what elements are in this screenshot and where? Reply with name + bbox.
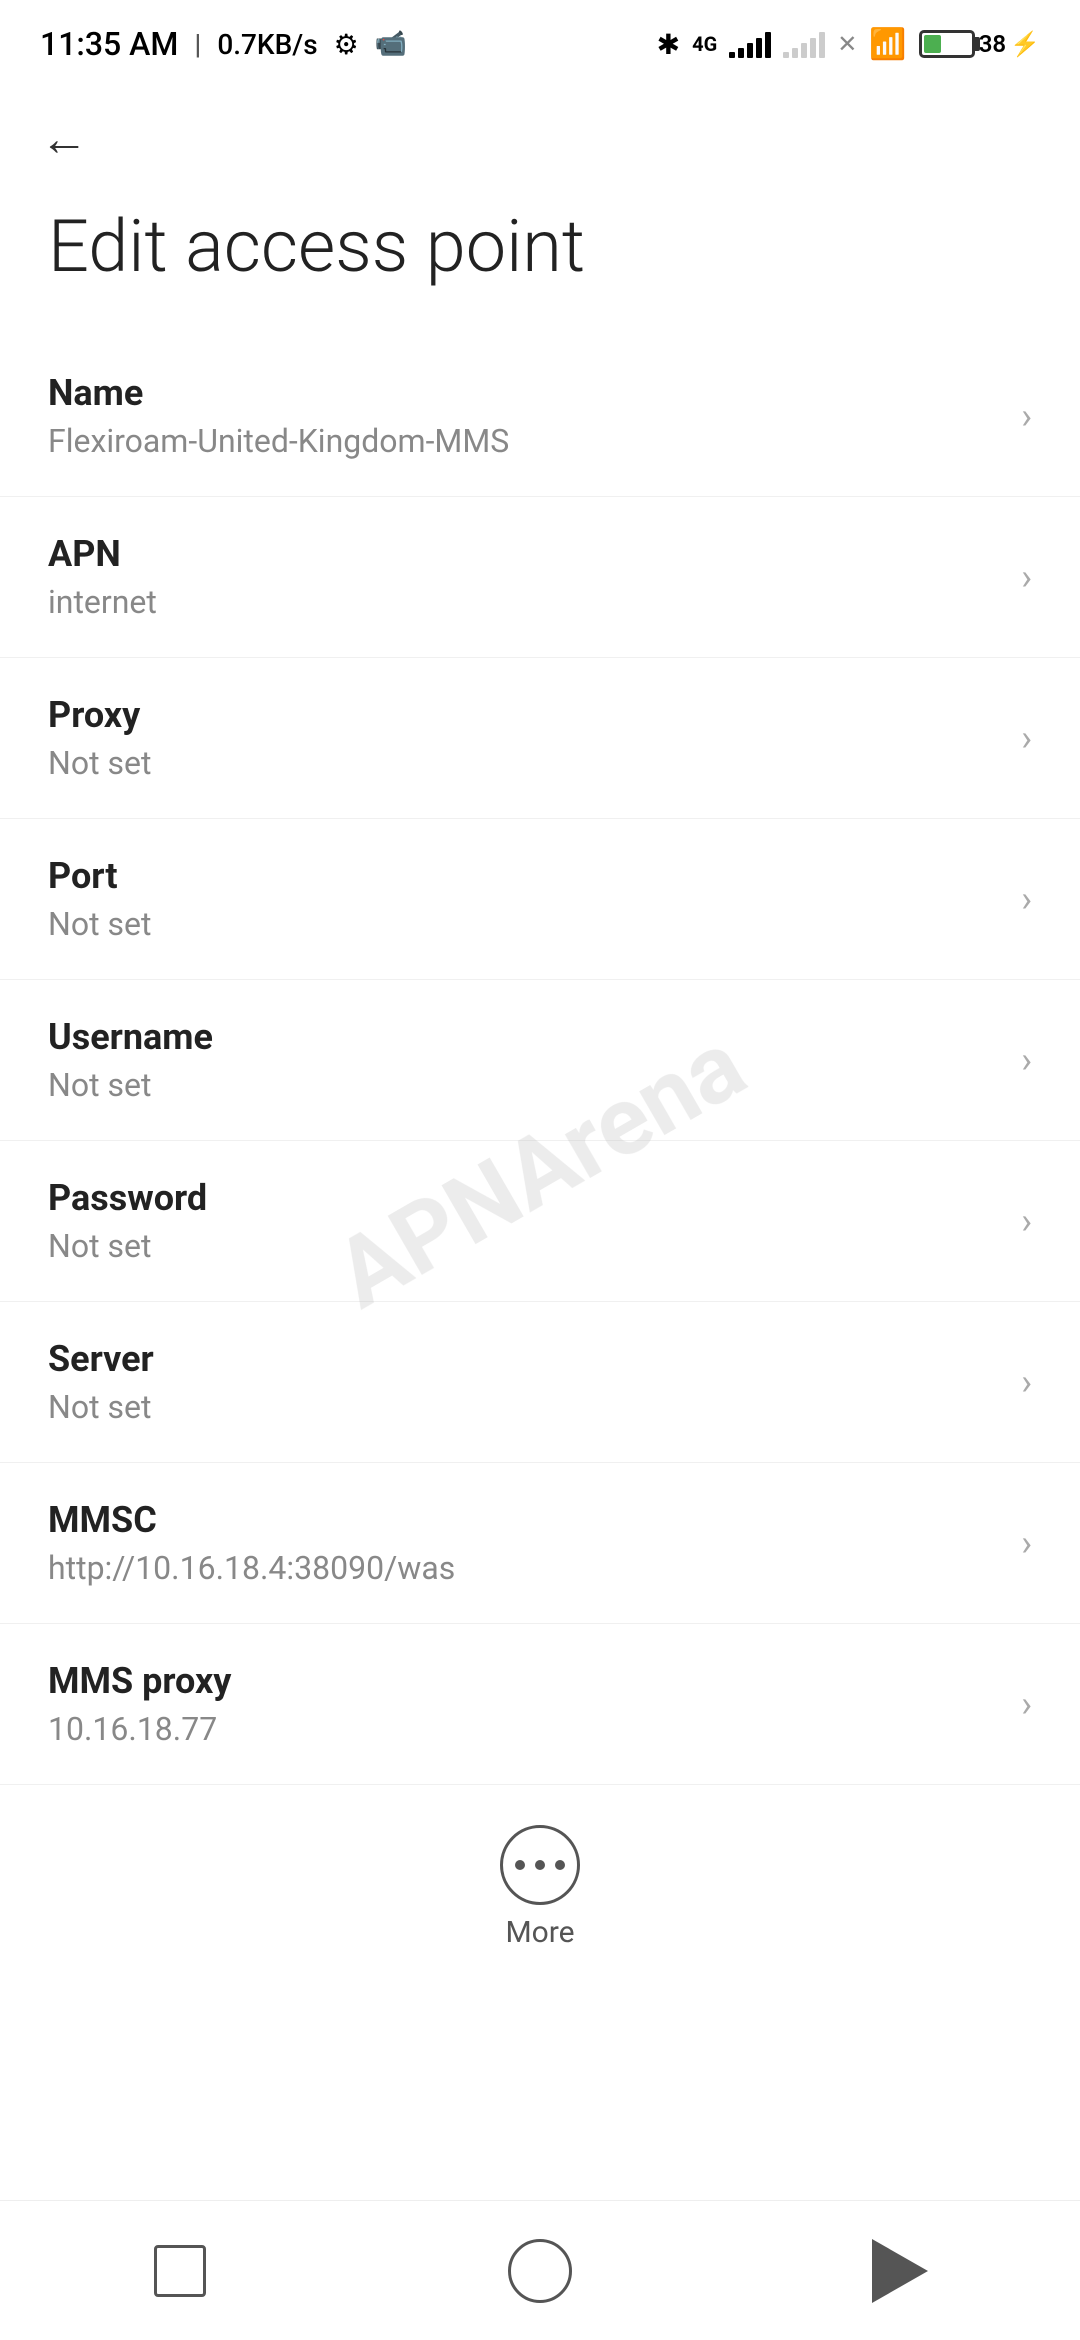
- settings-item-mmsc[interactable]: MMSC http://10.16.18.4:38090/was ›: [0, 1463, 1080, 1624]
- signal-bars-1: [729, 30, 771, 58]
- settings-item-apn[interactable]: APN internet ›: [0, 497, 1080, 658]
- settings-item-password-content: Password Not set: [48, 1177, 1001, 1265]
- settings-value-apn: internet: [48, 583, 1001, 621]
- settings-label-username: Username: [48, 1016, 1001, 1058]
- nav-back-button[interactable]: [80, 2201, 280, 2340]
- dot-1: [515, 1860, 525, 1870]
- lightning-icon: ⚡: [1010, 30, 1040, 58]
- signal-bars-2: [783, 30, 825, 58]
- nav-circle-icon: [508, 2239, 572, 2303]
- settings-label-name: Name: [48, 372, 1001, 414]
- status-left: 11:35 AM | 0.7KB/s ⚙ 📹: [40, 25, 407, 63]
- settings-item-name-content: Name Flexiroam-United-Kingdom-MMS: [48, 372, 1001, 460]
- settings-item-proxy-content: Proxy Not set: [48, 694, 1001, 782]
- chevron-name: ›: [1021, 395, 1032, 437]
- chevron-mmsc: ›: [1021, 1522, 1032, 1564]
- settings-value-server: Not set: [48, 1388, 1001, 1426]
- speed: |: [194, 28, 201, 61]
- status-bar: 11:35 AM | 0.7KB/s ⚙ 📹 ✱ 4G ✕ 📶: [0, 0, 1080, 80]
- chevron-server: ›: [1021, 1361, 1032, 1403]
- battery-percent: 38: [979, 30, 1006, 58]
- bluetooth-icon: ✱: [657, 28, 680, 61]
- settings-item-server-content: Server Not set: [48, 1338, 1001, 1426]
- settings-label-apn: APN: [48, 533, 1001, 575]
- settings-value-mms-proxy: 10.16.18.77: [48, 1710, 1001, 1748]
- settings-label-password: Password: [48, 1177, 1001, 1219]
- time: 11:35 AM: [40, 25, 178, 63]
- chevron-proxy: ›: [1021, 717, 1032, 759]
- back-button[interactable]: ←: [40, 110, 88, 167]
- settings-item-username-content: Username Not set: [48, 1016, 1001, 1104]
- chevron-port: ›: [1021, 878, 1032, 920]
- settings-label-proxy: Proxy: [48, 694, 1001, 736]
- settings-value-mmsc: http://10.16.18.4:38090/was: [48, 1549, 1001, 1587]
- chevron-password: ›: [1021, 1200, 1032, 1242]
- settings-item-mmsc-content: MMSC http://10.16.18.4:38090/was: [48, 1499, 1001, 1587]
- status-right: ✱ 4G ✕ 📶 38 ⚡: [657, 27, 1040, 62]
- settings-label-port: Port: [48, 855, 1001, 897]
- settings-item-username[interactable]: Username Not set ›: [0, 980, 1080, 1141]
- chevron-mms-proxy: ›: [1021, 1683, 1032, 1725]
- page-title: Edit access point: [0, 187, 1080, 336]
- settings-item-password[interactable]: Password Not set ›: [0, 1141, 1080, 1302]
- network-speed: 0.7KB/s: [217, 28, 317, 61]
- wifi-icon: 📶: [869, 27, 906, 62]
- dot-2: [535, 1860, 545, 1870]
- settings-item-proxy[interactable]: Proxy Not set ›: [0, 658, 1080, 819]
- more-icon: [500, 1825, 580, 1905]
- more-label: More: [505, 1915, 574, 1950]
- settings-item-mms-proxy[interactable]: MMS proxy 10.16.18.77 ›: [0, 1624, 1080, 1785]
- settings-value-proxy: Not set: [48, 744, 1001, 782]
- settings-item-name[interactable]: Name Flexiroam-United-Kingdom-MMS ›: [0, 336, 1080, 497]
- nav-home-button[interactable]: [440, 2201, 640, 2340]
- settings-value-port: Not set: [48, 905, 1001, 943]
- settings-value-password: Not set: [48, 1227, 1001, 1265]
- settings-label-mms-proxy: MMS proxy: [48, 1660, 1001, 1702]
- network-4g-badge: 4G: [692, 32, 717, 56]
- settings-label-server: Server: [48, 1338, 1001, 1380]
- back-button-container[interactable]: ←: [0, 80, 1080, 187]
- settings-item-mms-proxy-content: MMS proxy 10.16.18.77: [48, 1660, 1001, 1748]
- settings-list: Name Flexiroam-United-Kingdom-MMS › APN …: [0, 336, 1080, 1785]
- chevron-username: ›: [1021, 1039, 1032, 1081]
- battery: 38 ⚡: [919, 30, 1040, 58]
- more-button-container[interactable]: More: [0, 1785, 1080, 1980]
- settings-label-mmsc: MMSC: [48, 1499, 1001, 1541]
- no-signal-icon: ✕: [837, 30, 857, 58]
- nav-triangle-icon: [872, 2239, 928, 2303]
- nav-recents-button[interactable]: [800, 2201, 1000, 2340]
- more-dots: [515, 1860, 565, 1870]
- settings-icon: ⚙: [334, 28, 359, 61]
- settings-item-server[interactable]: Server Not set ›: [0, 1302, 1080, 1463]
- nav-square-icon: [154, 2245, 206, 2297]
- dot-3: [555, 1860, 565, 1870]
- settings-value-name: Flexiroam-United-Kingdom-MMS: [48, 422, 1001, 460]
- settings-item-port[interactable]: Port Not set ›: [0, 819, 1080, 980]
- settings-item-apn-content: APN internet: [48, 533, 1001, 621]
- settings-value-username: Not set: [48, 1066, 1001, 1104]
- video-icon: 📹: [375, 29, 407, 59]
- chevron-apn: ›: [1021, 556, 1032, 598]
- nav-bar: [0, 2200, 1080, 2340]
- settings-item-port-content: Port Not set: [48, 855, 1001, 943]
